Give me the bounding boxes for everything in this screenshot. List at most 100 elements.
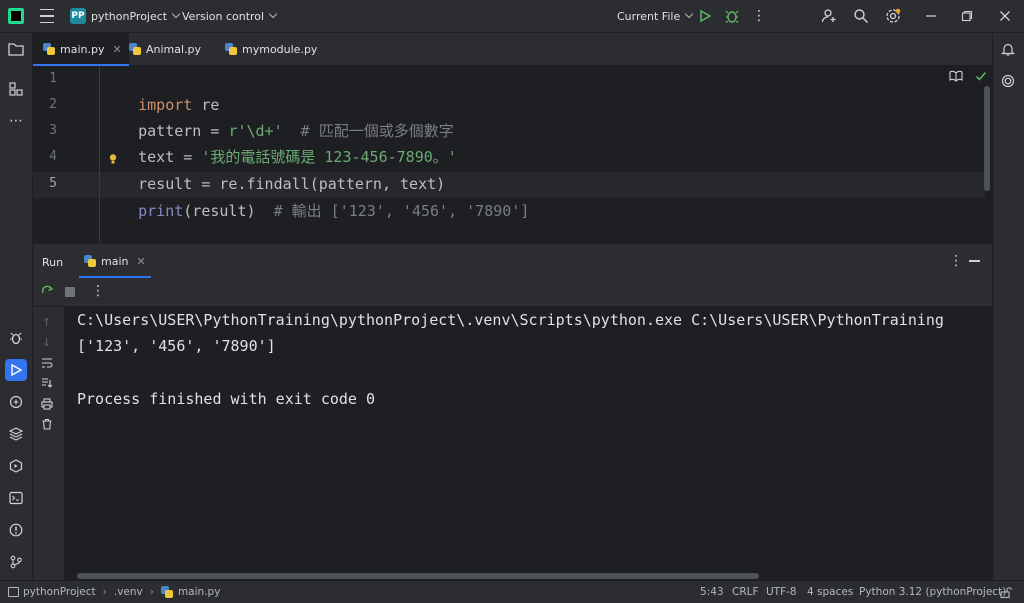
comment: # 輸出 ['123', '456', '7890']: [255, 202, 530, 220]
run-config-selector[interactable]: Current File: [617, 0, 694, 32]
caret-position[interactable]: 5:43: [700, 581, 724, 603]
tab-animal-py[interactable]: Animal.py: [129, 33, 219, 65]
console-line: Process finished with exit code 0: [77, 390, 376, 408]
gutter-divider: [99, 66, 100, 243]
scroll-to-end-icon[interactable]: [41, 378, 53, 392]
python-packages-icon[interactable]: [5, 423, 27, 445]
python-file-icon: [160, 586, 173, 598]
project-badge: PP: [70, 8, 86, 24]
console-output[interactable]: C:\Users\USER\PythonTraining\pythonProje…: [64, 307, 992, 581]
code-line-1[interactable]: import re: [102, 66, 219, 114]
tab-label: main.py: [60, 42, 105, 56]
more-actions-icon[interactable]: ⋮: [752, 8, 766, 24]
debug-tool-icon[interactable]: [5, 327, 27, 349]
close-tab-icon[interactable]: ✕: [136, 255, 145, 268]
project-selector[interactable]: PP pythonProject: [70, 0, 181, 32]
scroll-up-icon[interactable]: ↑: [42, 316, 51, 329]
code-line-4[interactable]: result = re.findall(pattern, text): [102, 145, 445, 193]
folder-icon: [8, 587, 19, 597]
search-icon[interactable]: [852, 7, 870, 25]
inspection-ok-icon[interactable]: [975, 70, 987, 82]
tab-label: Animal.py: [146, 42, 202, 56]
line-number: 3: [49, 123, 57, 138]
chevron-down-icon: [268, 9, 278, 19]
services-icon[interactable]: [5, 455, 27, 477]
run-tab-main[interactable]: main ✕: [79, 244, 151, 278]
breadcrumb-separator-icon: ›: [149, 586, 154, 598]
run-options-icon[interactable]: ⋮: [949, 253, 963, 269]
git-icon[interactable]: [5, 551, 27, 573]
close-tab-icon[interactable]: ✕: [112, 43, 121, 56]
run-toolbar: ⋮: [33, 278, 992, 307]
terminal-icon[interactable]: [5, 487, 27, 509]
title-bar: PP pythonProject Version control Current…: [0, 0, 1024, 33]
python-console-icon[interactable]: [5, 391, 27, 413]
code-editor[interactable]: 1 2 3 4 5 import re pattern = r'\d+' # 匹…: [33, 66, 992, 243]
intention-bulb-icon[interactable]: [109, 154, 117, 164]
editor-scrollbar[interactable]: [984, 86, 990, 191]
version-control-label: Version control: [182, 9, 265, 23]
breadcrumb-separator-icon: ›: [102, 586, 107, 598]
line-ending[interactable]: CRLF: [732, 581, 759, 603]
breadcrumb: pythonProject › .venv › main.py: [8, 581, 220, 603]
tab-mymodule-py[interactable]: mymodule.py: [225, 33, 335, 65]
code-line-5[interactable]: print(result) # 輸出 ['123', '456', '7890'…: [102, 172, 529, 220]
close-window-icon[interactable]: [997, 8, 1013, 24]
file-encoding[interactable]: UTF-8: [766, 581, 797, 603]
project-folder-icon[interactable]: [5, 38, 27, 60]
more-tools-icon[interactable]: ⋯: [5, 110, 27, 132]
code-line-2[interactable]: pattern = r'\d+' # 匹配一個或多個數字: [102, 92, 454, 140]
breadcrumb-item[interactable]: pythonProject: [23, 586, 96, 598]
rerun-icon[interactable]: [41, 285, 54, 301]
code-line-3[interactable]: text = '我的電話號碼是 123-456-7890。': [102, 118, 457, 166]
lock-icon[interactable]: [1000, 581, 1012, 603]
run-config-label: Current File: [617, 9, 681, 23]
console-line: ['123', '456', '7890']: [77, 337, 276, 355]
version-control-menu[interactable]: Version control: [182, 0, 278, 32]
project-name: pythonProject: [91, 9, 168, 23]
scroll-down-icon[interactable]: ↓: [42, 336, 51, 349]
more-run-actions-icon[interactable]: ⋮: [91, 283, 105, 299]
print-icon[interactable]: [41, 398, 53, 413]
run-icon[interactable]: [697, 8, 713, 24]
status-bar: pythonProject › .venv › main.py 5:43 CRL…: [0, 580, 1024, 603]
run-tab-label: main: [101, 254, 129, 268]
hide-panel-icon[interactable]: [969, 260, 980, 262]
python-file-icon: [84, 255, 96, 267]
breadcrumb-item[interactable]: .venv: [114, 586, 143, 598]
reader-mode-icon[interactable]: [949, 70, 963, 84]
left-tool-strip: ⋯: [0, 33, 33, 580]
line-number: 4: [49, 149, 57, 164]
chevron-down-icon: [171, 9, 181, 19]
tab-label: mymodule.py: [242, 42, 318, 56]
console-horizontal-scrollbar[interactable]: [77, 573, 759, 579]
notifications-icon[interactable]: [997, 38, 1019, 60]
debug-icon[interactable]: [724, 8, 740, 24]
python-interpreter[interactable]: Python 3.12 (pythonProject): [859, 581, 1006, 603]
run-tool-icon[interactable]: [5, 359, 27, 381]
stop-icon[interactable]: [65, 287, 75, 297]
clear-all-icon[interactable]: [41, 418, 53, 433]
restore-icon[interactable]: [959, 8, 975, 24]
pycharm-logo-icon[interactable]: [8, 8, 24, 24]
run-tool-window: Run main ✕ ⋮ ⋮ ↑ ↓ C:\Users\USER\PythonT…: [33, 243, 992, 581]
python-file-icon: [43, 43, 55, 55]
console-line: C:\Users\USER\PythonTraining\pythonProje…: [77, 311, 944, 329]
tab-main-py[interactable]: main.py ✕: [33, 33, 129, 66]
line-number-gutter: 1 2 3 4 5: [33, 66, 99, 243]
problems-icon[interactable]: [5, 519, 27, 541]
indent-setting[interactable]: 4 spaces: [807, 581, 853, 603]
line-number: 5: [49, 176, 57, 191]
ai-assistant-icon[interactable]: [997, 70, 1019, 92]
structure-icon[interactable]: [5, 78, 27, 100]
add-user-icon[interactable]: [820, 7, 838, 25]
code-text: (result): [183, 202, 256, 220]
soft-wrap-icon[interactable]: [41, 358, 53, 371]
minimize-icon[interactable]: [923, 8, 939, 24]
editor-tabs: main.py ✕ Animal.py mymodule.py: [33, 33, 992, 66]
run-header: Run main ✕ ⋮: [33, 244, 992, 278]
main-menu-icon[interactable]: [38, 0, 56, 32]
python-file-icon: [129, 43, 141, 55]
settings-icon[interactable]: [884, 7, 902, 25]
breadcrumb-item[interactable]: main.py: [178, 586, 220, 598]
